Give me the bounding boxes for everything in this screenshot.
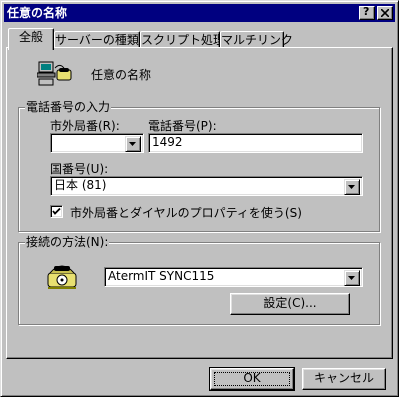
help-button[interactable]: ? [359,5,375,20]
modem-telephone-icon [46,261,78,294]
area-code-combobox[interactable] [50,133,144,153]
dialup-network-icon [36,60,73,89]
modem-select[interactable]: AtermIT SYNC115 [104,267,363,287]
connect-group-label: 接続の方法(N): [25,235,110,249]
chevron-down-icon [348,185,355,189]
cancel-button[interactable]: キャンセル [302,368,386,390]
focus-rect [214,372,290,386]
dialog-window: 任意の名称 ? 全般 サーバーの種類 スクリプト処理 マルチリンク 任意の名称 … [0,0,399,397]
cancel-label: キャンセル [313,371,374,385]
chevron-down-icon [129,142,136,146]
configure-button[interactable]: 設定(C)... [230,293,350,315]
phone-group-label: 電話番号の入力 [25,100,112,114]
chevron-down-icon [348,276,355,280]
close-icon [381,9,389,17]
phone-number-input[interactable]: 1492 [148,133,363,153]
checkmark-icon [52,207,61,215]
country-code-select[interactable]: 日本 (81) [50,176,363,196]
window-title: 任意の名称 [7,6,68,20]
area-code-label: 市外局番(R): [50,119,120,133]
phone-number-value: 1492 [152,135,183,149]
configure-label: 設定(C)... [263,296,317,310]
title-bar[interactable]: 任意の名称 ? [4,4,395,22]
use-area-code-checkbox[interactable] [50,205,63,218]
country-code-value: 日本 (81) [54,178,107,192]
close-button[interactable] [377,6,393,20]
modem-value: AtermIT SYNC115 [108,269,215,283]
modem-dropdown-button[interactable] [344,270,360,286]
connect-using-group: 接続の方法(N): AtermIT SYNC115 設定(C)... [18,235,380,325]
tab-panel-general: 任意の名称 電話番号の入力 市外局番(R): - 電話番号(P): 1492 国… [6,47,393,359]
help-icon: ? [363,5,370,18]
area-code-dropdown-button[interactable] [125,136,141,152]
country-code-label: 国番号(U): [50,162,109,176]
use-area-code-label[interactable]: 市外局番とダイヤルのプロパティを使う(S) [70,204,302,221]
country-code-dropdown-button[interactable] [344,179,360,195]
ok-button[interactable]: OK [209,367,295,391]
tab-scripting-label: スクリプト処理 [141,33,226,47]
phone-number-group: 電話番号の入力 市外局番(R): - 電話番号(P): 1492 国番号(U):… [18,100,380,232]
tab-general-label: 全般 [18,30,43,44]
tab-general[interactable]: 全般 [8,28,54,50]
tab-server-type-label: サーバーの種類 [55,33,139,47]
phone-number-label: 電話番号(P): [148,119,217,133]
connection-name: 任意の名称 [91,68,152,82]
tab-multilink-label: マルチリンク [221,33,294,47]
